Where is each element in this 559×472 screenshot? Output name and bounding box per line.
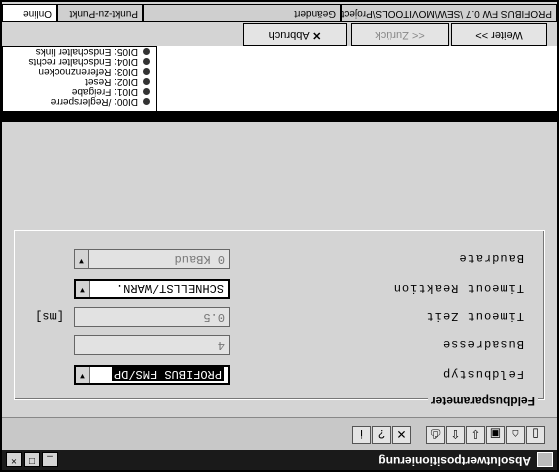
param-label: Timeout Reaktion	[392, 281, 524, 295]
baudrate-select[interactable]: 0 KBaud ▼	[74, 249, 230, 269]
fieldbus-type-select[interactable]: PROFIBUS FMS/DP ▼	[74, 365, 230, 385]
info-icon[interactable]: i	[352, 426, 371, 444]
upload-icon[interactable]: ⇧	[446, 426, 465, 444]
tab-online[interactable]: Online	[2, 4, 57, 22]
abort-button[interactable]: ✕ Abbruch	[243, 23, 347, 46]
led-label: DI04: Endschalter rechts	[28, 56, 139, 67]
led-icon	[143, 68, 150, 76]
separator-bar	[2, 112, 557, 122]
back-button[interactable]: << Zurück	[351, 23, 449, 46]
application-window: Absolutwertpositionierung _ □ × ▯ ⌂ ▣ ⇩ …	[0, 0, 559, 472]
led-di05: DI05: Endschalter links	[36, 46, 150, 57]
led-di02: DI02: Reset	[85, 76, 150, 87]
next-button[interactable]: Weiter >>	[451, 23, 547, 46]
tab-project-path[interactable]: PROFIBUS FW 0.7 \SEW\MOVITOOLS\Projects\…	[341, 4, 557, 22]
minimize-button[interactable]: _	[42, 452, 58, 467]
timeout-time-field[interactable]: 0.5	[74, 307, 230, 327]
led-icon	[143, 58, 150, 66]
timeout-reaction-select[interactable]: SCHNELLST/WARN. ▼	[74, 279, 230, 299]
led-di03: DI03: Referenznocken	[38, 66, 150, 77]
field-value: 4	[217, 338, 225, 352]
led-icon	[143, 98, 150, 106]
param-row-bus-address: Busadresse 4	[15, 333, 544, 355]
param-row-timeout-reaction: Timeout Reaktion SCHNELLST/WARN. ▼	[15, 277, 544, 299]
param-label: Timeout Zeit	[425, 309, 524, 323]
led-di01: DI01: Freigabe	[72, 86, 150, 97]
maximize-button[interactable]: □	[24, 452, 40, 467]
field-value: 0 KBaud	[174, 252, 225, 266]
title-bar: Absolutwertpositionierung _ □ ×	[2, 450, 557, 470]
tab-changed[interactable]: Geändert	[143, 4, 341, 22]
group-title: Feldbusparameter	[427, 394, 538, 408]
wizard-navigation: Weiter >> << Zurück ✕ Abbruch	[2, 22, 557, 46]
field-value: 0.5	[203, 310, 225, 324]
save-icon[interactable]: ▣	[486, 426, 505, 444]
field-value: PROFIBUS FMS/DP	[111, 367, 224, 381]
param-row-fieldbus-type: Feldbustyp PROFIBUS FMS/DP ▼	[15, 363, 544, 385]
fieldbus-parameters-group: Feldbusparameter Feldbustyp PROFIBUS FMS…	[14, 230, 545, 408]
led-di04: DI04: Endschalter rechts	[28, 56, 150, 67]
app-icon	[537, 452, 553, 467]
status-area	[157, 45, 557, 112]
param-label: Feldbustyp	[441, 367, 524, 381]
led-di00: DI00: /Reglersperre	[51, 96, 150, 107]
tab-point-to-point[interactable]: Punkt-zu-Punkt	[57, 4, 143, 22]
close-icon: ✕	[312, 29, 322, 41]
abort-label: Abbruch	[268, 29, 310, 41]
led-icon	[143, 78, 150, 86]
chevron-down-icon[interactable]: ▼	[76, 281, 90, 297]
tab-bar: PROFIBUS FW 0.7 \SEW\MOVITOOLS\Projects\…	[2, 2, 557, 22]
digital-inputs-panel: DI00: /Reglersperre DI01: Freigabe DI02:…	[2, 46, 157, 112]
help-icon[interactable]: ?	[372, 426, 391, 444]
chevron-down-icon[interactable]: ▼	[76, 367, 90, 383]
param-label: Baudrate	[458, 251, 524, 265]
led-label: DI01: Freigabe	[71, 86, 138, 97]
unit-label: [ms]	[35, 309, 64, 323]
toolbar: ▯ ⌂ ▣ ⇩ ⇧ ⎙ ✕ ? i	[2, 417, 557, 450]
open-folder-icon[interactable]: ⌂	[506, 426, 525, 444]
led-label: DI03: Referenznocken	[38, 66, 138, 77]
param-row-timeout-time: Timeout Zeit 0.5 [ms]	[15, 305, 544, 327]
chevron-down-icon[interactable]: ▼	[75, 250, 89, 268]
led-icon	[143, 48, 150, 56]
param-row-baudrate: Baudrate 0 KBaud ▼	[15, 247, 544, 269]
led-label: DI02: Reset	[85, 76, 138, 87]
window-title: Absolutwertpositionierung	[378, 454, 531, 468]
tools-icon[interactable]: ✕	[392, 426, 411, 444]
led-label: DI05: Endschalter links	[35, 46, 138, 57]
download-icon[interactable]: ⇩	[466, 426, 485, 444]
field-value: SCHNELLST/WARN.	[115, 281, 224, 295]
led-icon	[143, 88, 150, 96]
param-label: Busadresse	[441, 337, 524, 351]
bus-address-field[interactable]: 4	[74, 335, 230, 355]
new-document-icon[interactable]: ▯	[526, 426, 545, 444]
led-label: DI00: /Reglersperre	[50, 96, 138, 107]
print-icon[interactable]: ⎙	[426, 426, 445, 444]
close-button[interactable]: ×	[6, 452, 22, 467]
